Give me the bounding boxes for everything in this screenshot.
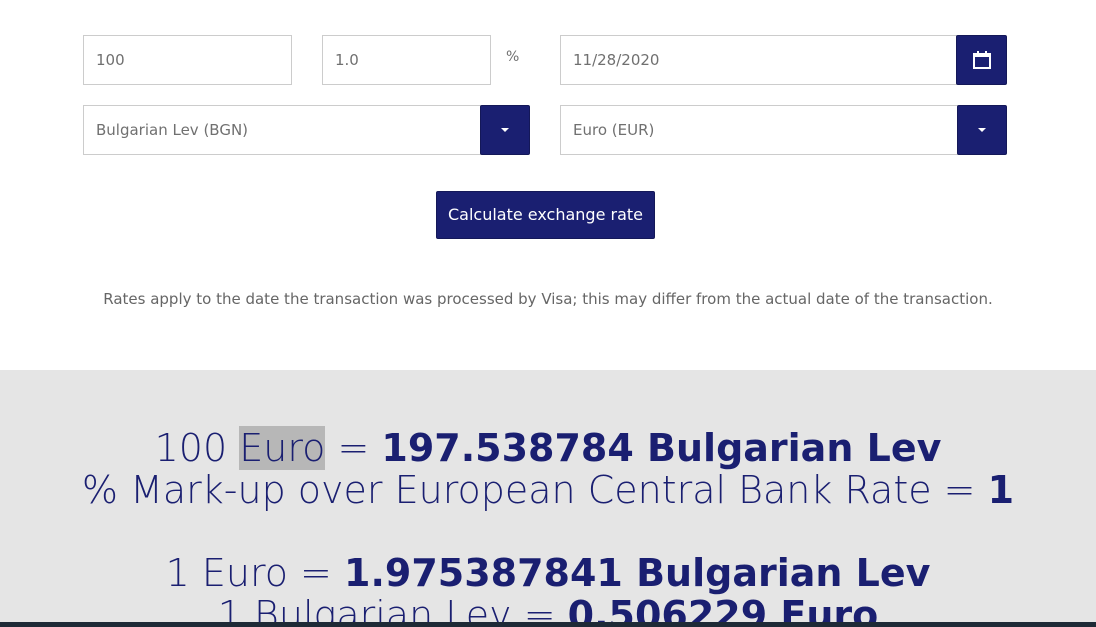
result-unit-rate-value: 1.975387841 Bulgarian Lev: [344, 551, 931, 595]
to-currency-select[interactable]: Euro (EUR): [560, 105, 958, 155]
date-input[interactable]: 11/28/2020: [560, 35, 957, 85]
result-equals: =: [337, 426, 370, 470]
results-panel: 100 Euro = 197.538784 Bulgarian Lev % Ma…: [0, 370, 1096, 627]
result-conversion-line: 100 Euro = 197.538784 Bulgarian Lev: [0, 426, 1096, 470]
chevron-down-icon: [978, 128, 986, 132]
percent-label: %: [506, 49, 520, 65]
markup-input[interactable]: 1.0: [322, 35, 491, 85]
bottom-bar: [0, 622, 1096, 627]
from-currency-dropdown-button[interactable]: [480, 105, 530, 155]
from-currency-select[interactable]: Bulgarian Lev (BGN): [83, 105, 481, 155]
result-currency-highlight: Euro: [239, 426, 326, 470]
to-currency-dropdown-button[interactable]: [957, 105, 1007, 155]
result-unit-rate-label: 1 Euro =: [165, 551, 332, 595]
calendar-button[interactable]: [956, 35, 1007, 85]
result-amount: 100: [154, 426, 228, 470]
result-markup-value: 1: [987, 468, 1015, 512]
calculate-exchange-rate-button[interactable]: Calculate exchange rate: [436, 191, 655, 239]
result-markup-label: % Mark-up over European Central Bank Rat…: [81, 468, 976, 512]
result-markup-line: % Mark-up over European Central Bank Rat…: [0, 468, 1096, 512]
result-unit-rate-line: 1 Euro = 1.975387841 Bulgarian Lev: [0, 551, 1096, 595]
rate-date-note: Rates apply to the date the transaction …: [103, 290, 993, 308]
amount-input[interactable]: 100: [83, 35, 292, 85]
calendar-icon: [973, 51, 991, 69]
result-converted-value: 197.538784 Bulgarian Lev: [381, 426, 942, 470]
chevron-down-icon: [501, 128, 509, 132]
